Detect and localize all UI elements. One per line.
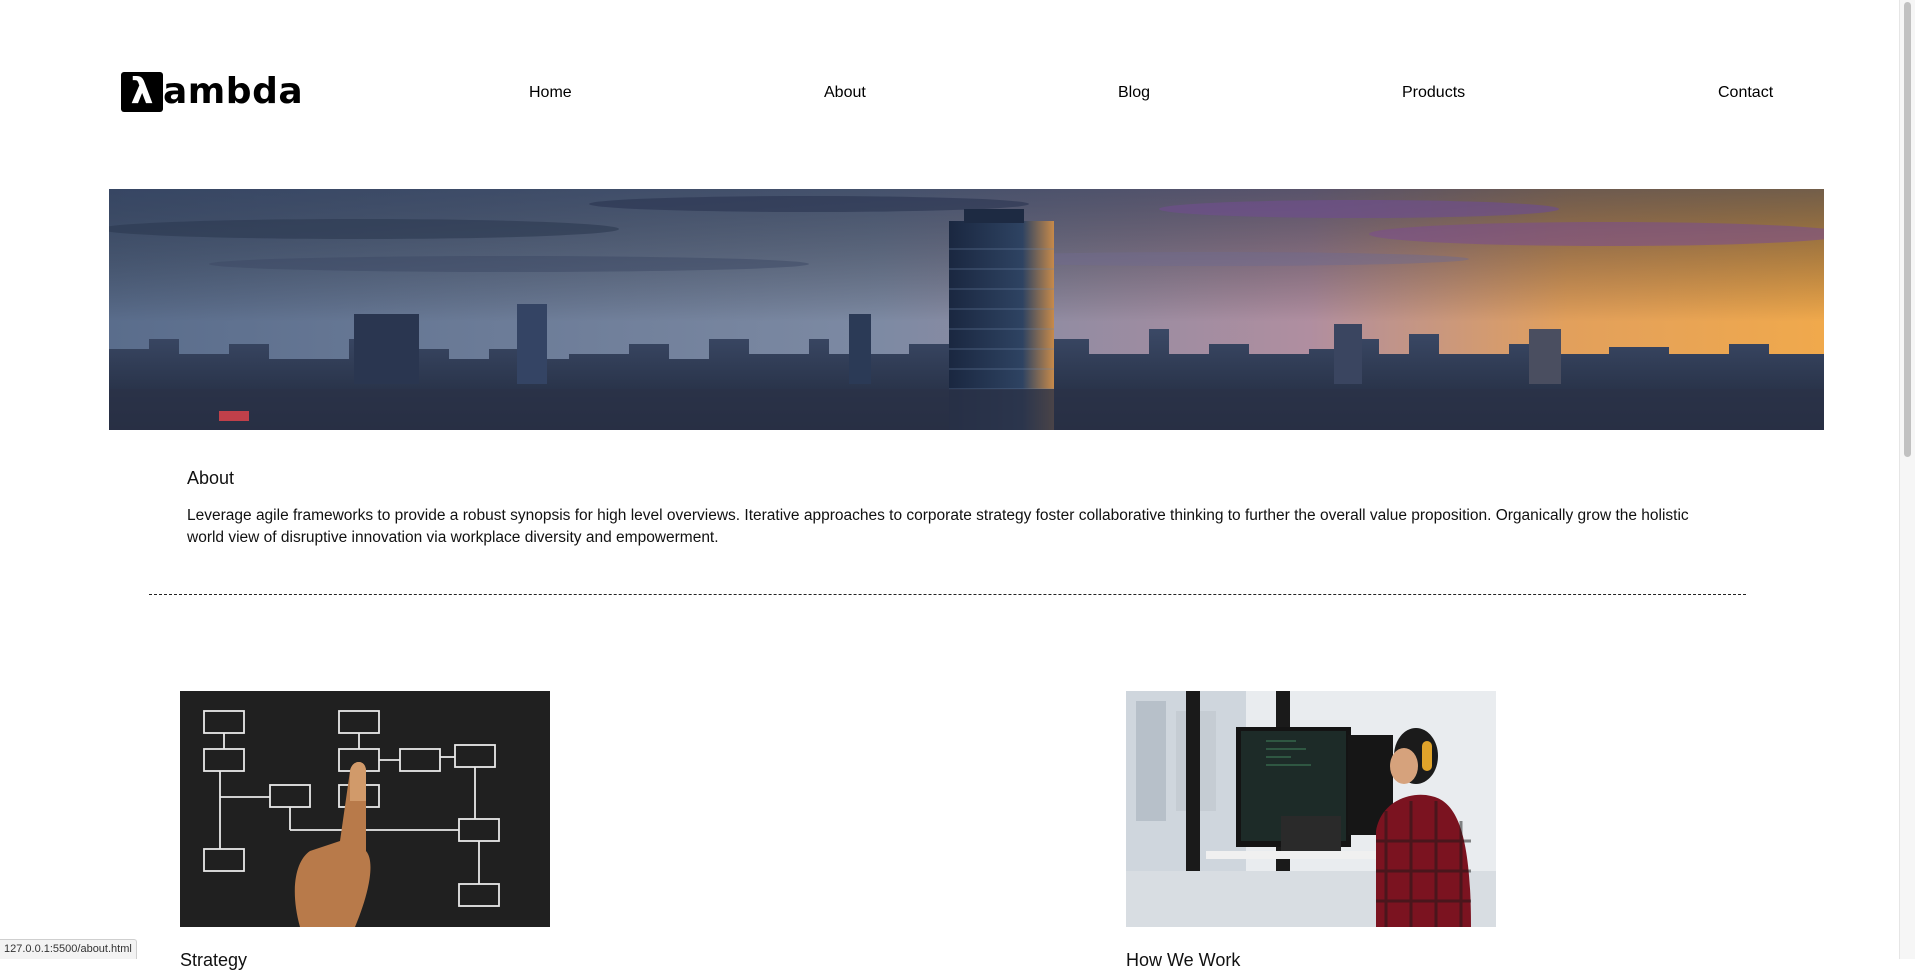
section-divider — [149, 594, 1746, 595]
nav-blog[interactable]: Blog — [1118, 84, 1150, 102]
scrollbar-thumb[interactable] — [1904, 2, 1911, 457]
strategy-title: Strategy — [180, 950, 248, 970]
strategy-image — [180, 691, 550, 927]
about-heading: About — [187, 468, 235, 488]
how-we-work-image — [1126, 691, 1496, 927]
about-paragraph: Leverage agile frameworks to provide a r… — [187, 507, 1689, 546]
brand-logo[interactable]: λ ambda — [121, 72, 303, 112]
how-we-work-title: How We Work — [1126, 950, 1241, 970]
page: λ ambda Home About Blog Products Contact — [0, 0, 1900, 970]
logo-wordmark: ambda — [163, 71, 304, 112]
lambda-logo-icon: λ — [121, 72, 163, 112]
nav-home[interactable]: Home — [529, 84, 572, 102]
nav-contact[interactable]: Contact — [1718, 84, 1773, 102]
hero-banner-image — [109, 189, 1824, 430]
vertical-scrollbar[interactable] — [1899, 0, 1915, 959]
nav-about[interactable]: About — [824, 84, 866, 102]
status-url: 127.0.0.1:5500/about.html — [0, 939, 137, 959]
nav-products[interactable]: Products — [1402, 84, 1465, 102]
